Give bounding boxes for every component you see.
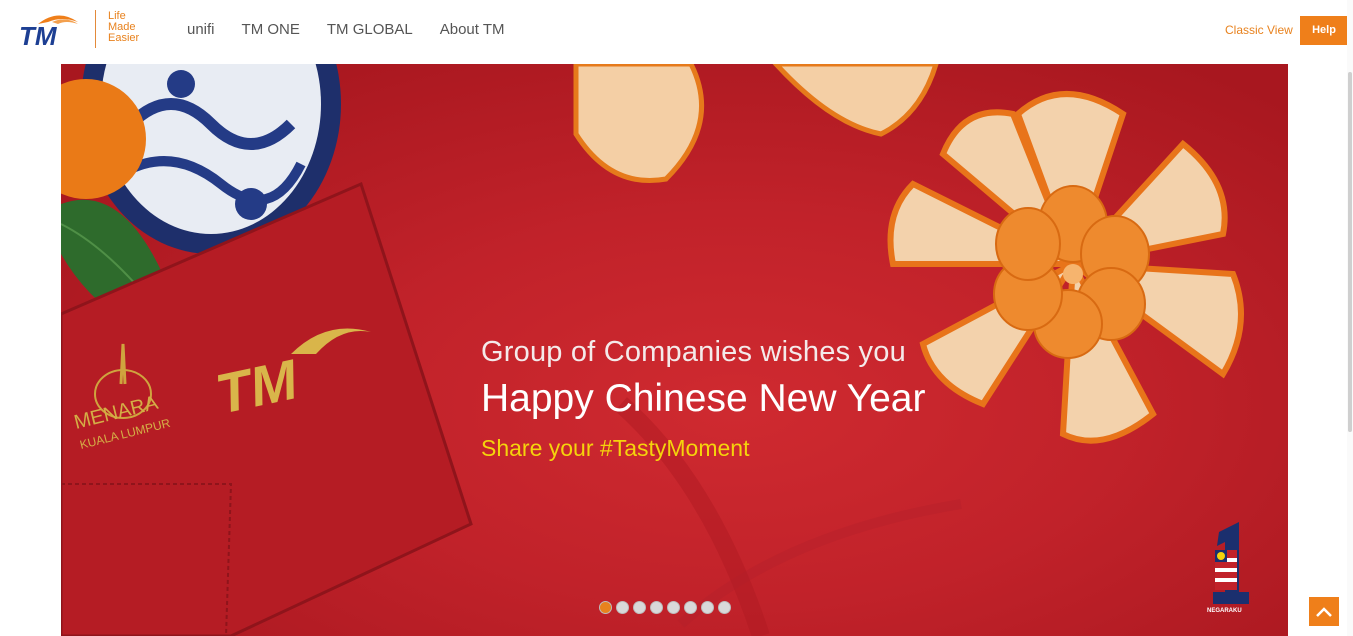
carousel-dot[interactable] [684, 601, 697, 614]
banner-line-2: Happy Chinese New Year [481, 377, 926, 420]
site-header: TM Life Made Easier unifi TM ONE TM GLOB… [0, 0, 1353, 64]
nav-item-tm-global[interactable]: TM GLOBAL [327, 21, 413, 38]
carousel-dot[interactable] [701, 601, 714, 614]
carousel-dot[interactable] [616, 601, 629, 614]
logo-tagline: Life Made Easier [108, 10, 140, 44]
carousel-dot[interactable] [650, 601, 663, 614]
nav-item-about-tm[interactable]: About TM [440, 21, 505, 38]
carousel-dot[interactable] [633, 601, 646, 614]
carousel-dot[interactable] [599, 601, 612, 614]
carousel-dot[interactable] [667, 601, 680, 614]
banner-headline: Group of Companies wishes you Happy Chin… [481, 336, 925, 462]
peeled-mandarin-icon [887, 91, 1244, 444]
classic-view-link[interactable]: Classic View [1225, 23, 1293, 37]
carousel-dot[interactable] [718, 601, 731, 614]
nav-item-tm-one[interactable]: TM ONE [242, 21, 300, 38]
tm-logo[interactable]: TM Life Made Easier [18, 10, 153, 50]
scrollbar-thumb[interactable] [1348, 72, 1352, 432]
banner-line-3: Share your #TastyMoment [481, 435, 750, 461]
logo-divider [95, 10, 96, 48]
chevron-up-icon [1316, 606, 1332, 617]
svg-text:TM: TM [19, 21, 58, 50]
mandarin-peel-icon [573, 64, 939, 183]
hero-banner[interactable]: TM MENARA KUALA LUMPUR NEGARAKU Group of… [61, 64, 1288, 636]
main-nav: unifi TM ONE TM GLOBAL About TM [187, 21, 532, 38]
carousel-pagination [599, 601, 731, 614]
banner-line-1: Group of Companies wishes you [481, 336, 906, 368]
nav-item-unifi[interactable]: unifi [187, 21, 215, 38]
svg-text:NEGARAKU: NEGARAKU [1207, 608, 1242, 614]
negaraku-badge-icon: NEGARAKU [1207, 522, 1249, 614]
back-to-top-button[interactable] [1309, 597, 1339, 626]
tm-logo-mark-icon: TM [19, 15, 78, 50]
help-button[interactable]: Help [1300, 16, 1348, 45]
